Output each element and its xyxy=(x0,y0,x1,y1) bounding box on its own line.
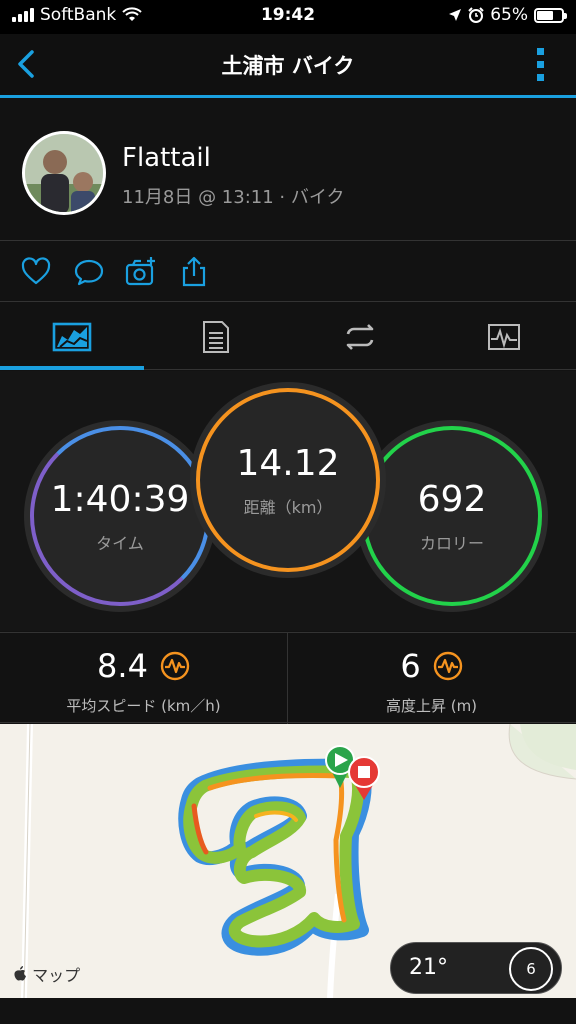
like-heart-icon[interactable] xyxy=(20,256,52,288)
activity-meta: 11月8日 @ 13:11 · バイク xyxy=(122,187,345,208)
page-title: 土浦市 バイク xyxy=(221,54,355,78)
pulse-icon xyxy=(160,651,190,681)
details-document-icon xyxy=(203,320,229,353)
distance-value: 14.12 xyxy=(236,442,340,484)
summary-stats: 1:40:39 タイム 692 カロリー 14.12 距離（km） xyxy=(0,371,576,631)
graphs-chart-icon xyxy=(488,323,520,350)
map-attribution: マップ xyxy=(14,962,80,986)
elevation-gain-value: 6 xyxy=(400,647,421,685)
battery-fill xyxy=(537,10,553,20)
user-name[interactable]: Flattail xyxy=(122,143,211,173)
overview-chart-icon xyxy=(52,322,92,351)
time-ring: 1:40:39 タイム xyxy=(30,426,210,606)
add-photo-icon[interactable] xyxy=(125,256,157,288)
distance-stat[interactable]: 14.12 距離（km） xyxy=(190,382,386,578)
more-options-icon[interactable] xyxy=(536,46,546,82)
calories-ring: 692 カロリー xyxy=(362,426,542,606)
map-attribution-text: マップ xyxy=(32,966,81,985)
status-bar: SoftBank 19:42 65% xyxy=(0,0,576,34)
tab-details[interactable] xyxy=(144,303,288,370)
tab-bar xyxy=(0,303,576,370)
bottom-bar xyxy=(0,998,576,1024)
battery-percent: 65% xyxy=(490,5,528,25)
time-stat[interactable]: 1:40:39 タイム xyxy=(24,420,216,612)
calories-value: 692 xyxy=(417,478,487,520)
time-label: タイム xyxy=(96,533,144,553)
avatar[interactable] xyxy=(22,131,106,215)
tab-graphs[interactable] xyxy=(432,303,576,370)
distance-label: 距離（km） xyxy=(243,497,333,517)
tab-overview[interactable] xyxy=(0,303,144,370)
route-map[interactable]: マップ 21° 6 xyxy=(0,724,576,998)
battery-icon xyxy=(534,7,567,23)
laps-repeat-icon xyxy=(346,323,374,350)
wind-speed: 6 xyxy=(509,947,553,991)
pulse-icon xyxy=(433,651,462,681)
status-right: 65% xyxy=(448,5,567,25)
distance-ring: 14.12 距離（km） xyxy=(196,388,380,572)
avg-speed-label: 平均スピード (km／h) xyxy=(66,697,221,715)
avatar-image xyxy=(25,134,103,212)
temperature: 21° xyxy=(409,955,448,980)
comment-icon[interactable] xyxy=(73,256,105,288)
tab-laps[interactable] xyxy=(288,303,432,370)
apple-logo-icon xyxy=(14,966,26,981)
avg-speed-value: 8.4 xyxy=(97,647,148,685)
time-value: 1:40:39 xyxy=(50,478,190,520)
elevation-gain-stat[interactable]: 6 高度上昇 (m) xyxy=(288,633,575,724)
alarm-icon xyxy=(468,7,484,23)
elevation-gain-label: 高度上昇 (m) xyxy=(385,697,478,715)
weather-widget[interactable]: 21° 6 xyxy=(390,942,562,994)
avg-speed-stat[interactable]: 8.4 平均スピード (km／h) xyxy=(0,633,287,724)
secondary-stats: 8.4 平均スピード (km／h) 6 高度上昇 (m) xyxy=(0,632,576,724)
calories-stat[interactable]: 692 カロリー xyxy=(356,420,548,612)
location-arrow-icon xyxy=(449,9,462,21)
action-bar xyxy=(0,242,576,302)
activity-profile: Flattail 11月8日 @ 13:11 · バイク xyxy=(0,101,576,241)
share-icon[interactable] xyxy=(178,256,210,288)
calories-label: カロリー xyxy=(419,533,484,553)
nav-header: 土浦市 バイク xyxy=(0,34,576,98)
